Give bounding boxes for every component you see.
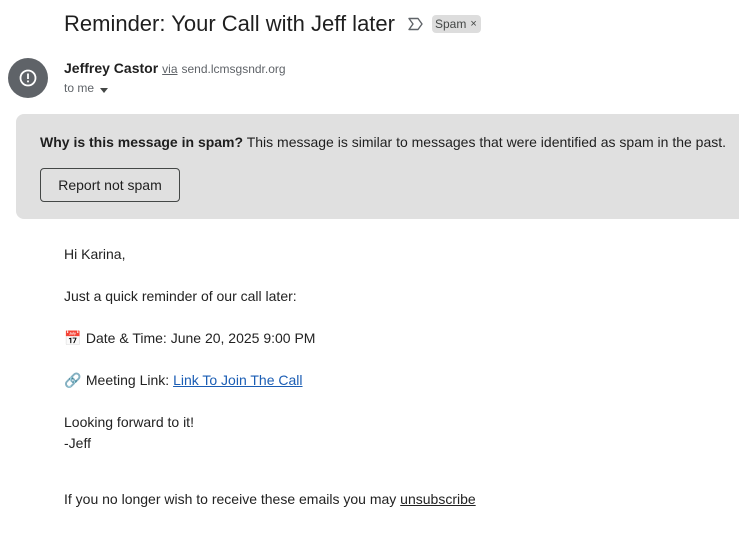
sender-via-link[interactable]: via	[162, 62, 177, 76]
body-intro: Just a quick reminder of our call later:	[64, 288, 297, 304]
report-not-spam-button[interactable]: Report not spam	[40, 168, 180, 202]
sender-avatar[interactable]	[8, 58, 48, 98]
spam-banner-question: Why is this message in spam?	[40, 134, 244, 150]
unsubscribe-line: If you no longer wish to receive these e…	[64, 491, 476, 507]
importance-marker-icon[interactable]	[407, 16, 423, 32]
warning-icon	[19, 69, 37, 87]
body-greeting: Hi Karina,	[64, 246, 126, 262]
sender-name[interactable]: Jeffrey Castor	[64, 60, 158, 76]
body-link-line: 🔗 Meeting Link: Link To Join The Call	[64, 372, 303, 389]
sender-domain: send.lcmsgsndr.org	[181, 62, 286, 76]
email-view: Reminder: Your Call with Jeff later Spam…	[0, 0, 739, 551]
recipient-details-toggle[interactable]: to me	[64, 80, 109, 96]
unsubscribe-text: If you no longer wish to receive these e…	[64, 491, 397, 507]
spam-label-text: Spam	[434, 17, 467, 31]
unsubscribe-link[interactable]: unsubscribe	[400, 491, 476, 507]
chevron-down-icon	[100, 82, 109, 96]
body-closing: Looking forward to it!	[64, 414, 194, 430]
body-datetime: Date & Time: June 20, 2025 9:00 PM	[85, 330, 316, 346]
subject-row: Reminder: Your Call with Jeff later Spam…	[64, 8, 481, 40]
link-icon: 🔗	[64, 372, 82, 388]
spam-label-chip: Spam ×	[431, 15, 481, 33]
email-subject: Reminder: Your Call with Jeff later	[64, 11, 395, 36]
meeting-link[interactable]: Link To Join The Call	[173, 372, 302, 388]
sender-row: Jeffrey Castor via send.lcmsgsndr.org	[64, 60, 286, 78]
spam-warning-banner: Why is this message in spam? This messag…	[16, 114, 739, 219]
remove-label-icon[interactable]: ×	[470, 18, 476, 30]
calendar-icon: 📅	[64, 330, 82, 346]
recipient-text: to me	[64, 81, 95, 95]
body-datetime-line: 📅 Date & Time: June 20, 2025 9:00 PM	[64, 330, 315, 347]
spam-banner-explanation: This message is similar to messages that…	[246, 134, 727, 150]
spam-banner-message: Why is this message in spam? This messag…	[40, 134, 726, 150]
body-signature: -Jeff	[64, 435, 91, 451]
meeting-link-label: Meeting Link:	[85, 372, 170, 388]
